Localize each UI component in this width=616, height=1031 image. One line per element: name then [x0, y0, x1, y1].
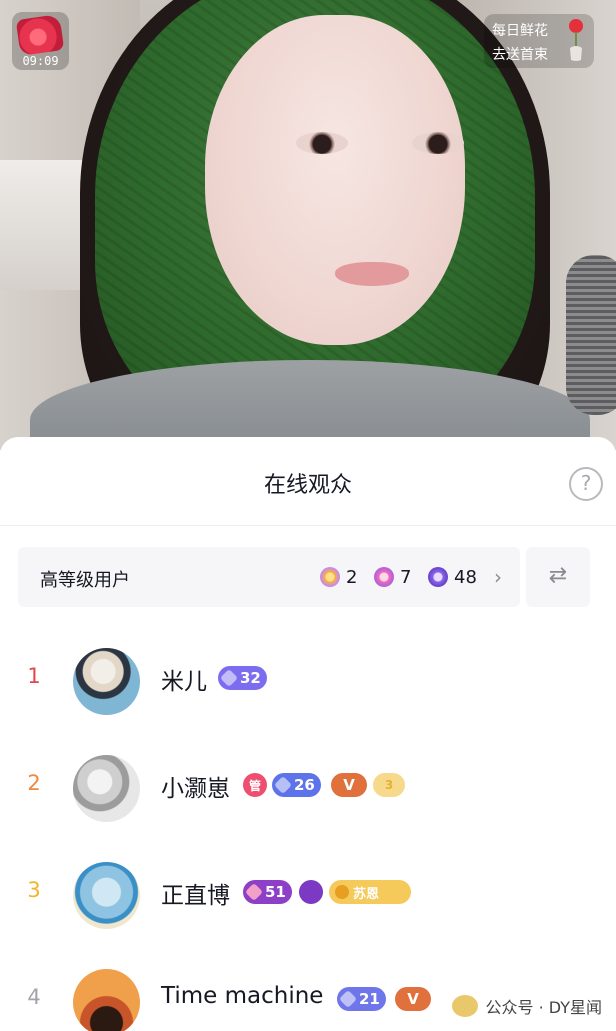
help-icon[interactable]: ?: [569, 467, 603, 501]
viewer-row[interactable]: 1 米儿 32: [0, 640, 616, 720]
gift-icon: [15, 14, 65, 56]
level-badge: 32: [218, 666, 267, 690]
level-number: 32: [240, 669, 261, 687]
viewer-row[interactable]: 2 小灏崽 管 26 V 3: [0, 747, 616, 827]
chevron-right-icon: ›: [494, 565, 502, 589]
gift-countdown-badge[interactable]: 09:09: [12, 12, 69, 70]
streamer-face: [205, 15, 465, 345]
moon-icon: [299, 880, 323, 904]
avatar[interactable]: [73, 862, 140, 929]
purple-gem-icon: [428, 567, 448, 587]
viewer-name[interactable]: 小灏崽: [161, 769, 230, 803]
divider: [0, 525, 616, 526]
viewer-name[interactable]: 米儿: [161, 662, 207, 696]
pink-stat: 7: [374, 565, 411, 589]
audience-sheet: 在线观众 ? 高等级用户 2 7 48 › ⇄: [0, 437, 616, 1031]
crown-gem-icon: [320, 567, 340, 587]
watermark: 公众号 · DY星闻: [451, 991, 602, 1021]
viewer-rank: 1: [27, 664, 41, 688]
rose-vase-icon: [569, 19, 583, 61]
daily-flower-widget[interactable]: 每日鲜花 去送首束: [484, 14, 594, 68]
viewer-rank: 2: [27, 771, 41, 795]
pink-count: 7: [400, 566, 412, 588]
microphone: [566, 255, 616, 415]
streamer-lips: [335, 262, 409, 286]
swap-icon[interactable]: ⇄: [526, 547, 590, 607]
level-gem-icon: [244, 882, 264, 902]
sheet-title: 在线观众: [263, 473, 352, 498]
watermark-text: 公众号 · DY星闻: [485, 998, 602, 1017]
level-number: 26: [294, 776, 315, 794]
club-name: 苏恩: [353, 886, 380, 902]
streamer-eye: [296, 132, 348, 154]
wechat-icon: [451, 995, 478, 1017]
level-badge: 21: [337, 987, 386, 1011]
crown-count: 2: [346, 566, 358, 588]
avatar[interactable]: [73, 755, 140, 822]
flower-widget-line1: 每日鲜花: [492, 23, 548, 39]
viewer-rank: 3: [27, 878, 41, 902]
live-video[interactable]: 09:09 每日鲜花 去送首束: [0, 0, 616, 450]
viewer-name[interactable]: 正直博: [161, 876, 230, 910]
level-badge: 26: [272, 773, 321, 797]
level-gem-icon: [338, 989, 358, 1009]
admin-badge: 管: [243, 773, 267, 797]
high-level-users-label: 高等级用户: [40, 570, 130, 591]
coin-badge: 3: [373, 773, 405, 797]
streamer-eye: [412, 132, 464, 154]
level-badge: 51: [243, 880, 292, 904]
viewer-row[interactable]: 3 正直博 51 苏恩: [0, 854, 616, 934]
level-number: 21: [359, 990, 380, 1008]
level-gem-icon: [273, 775, 293, 795]
flower-widget-line2: 去送首束: [492, 47, 548, 63]
countdown-timer: 09:09: [22, 54, 59, 68]
avatar[interactable]: [73, 648, 140, 715]
club-icon: [335, 885, 349, 899]
high-level-users-bar[interactable]: 高等级用户 2 7 48 ›: [18, 547, 520, 607]
level-gem-icon: [219, 668, 239, 688]
pink-gem-icon: [374, 567, 394, 587]
viewer-name[interactable]: Time machine: [161, 983, 323, 1009]
fan-club-badge: V: [331, 773, 367, 797]
avatar[interactable]: [73, 969, 140, 1031]
viewer-rank: 4: [27, 985, 41, 1009]
fan-club-badge: V: [395, 987, 431, 1011]
level-number: 51: [265, 883, 286, 901]
club-badge: 苏恩: [329, 880, 411, 904]
purple-count: 48: [454, 566, 477, 588]
purple-stat: 48: [428, 565, 477, 589]
crown-stat: 2: [320, 565, 357, 589]
